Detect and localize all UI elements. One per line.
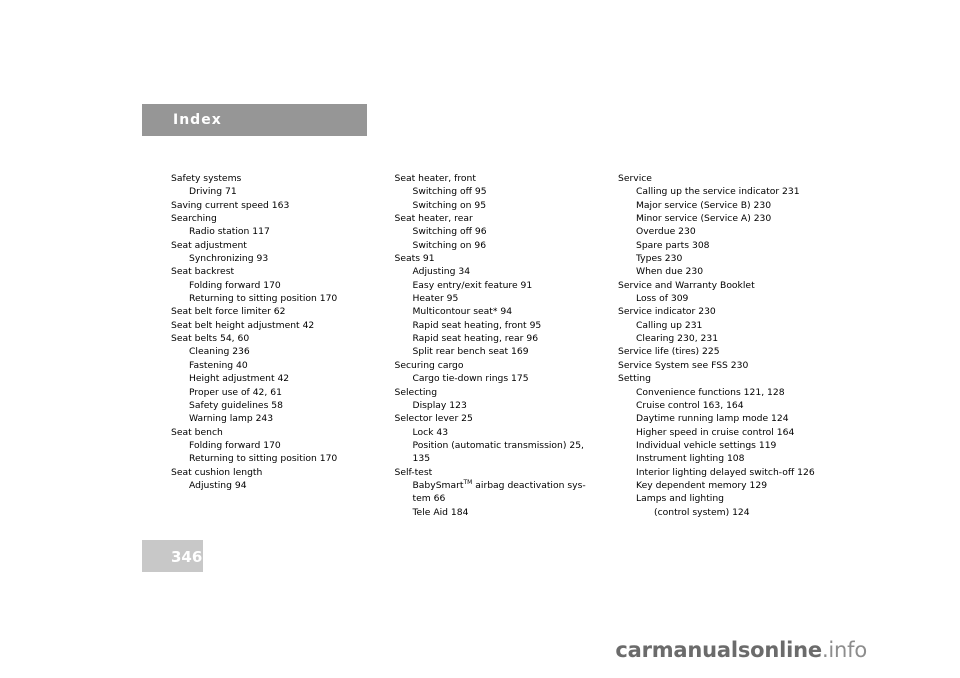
index-entry: Seat bench: [171, 426, 223, 438]
index-entry: Seat heater, front: [394, 173, 476, 184]
index-entry: Key dependent memory 129: [636, 479, 768, 491]
index-entry: Synchronizing 93: [189, 253, 269, 265]
index-entry: Returning to sitting position 170: [189, 453, 338, 465]
index-entry: Loss of 309: [636, 293, 689, 305]
site-watermark: carmanualsonline.info: [615, 638, 867, 662]
index-banner-label: Index: [173, 112, 222, 128]
index-banner: Index: [142, 104, 367, 136]
index-entry: Cargo tie-down rings 175: [412, 373, 529, 385]
index-entry: (control system) 124: [654, 506, 750, 518]
index-entry: Switching on 96: [412, 239, 487, 251]
index-entry: Setting: [618, 373, 651, 385]
index-entry: Heater 95: [412, 293, 459, 305]
index-column-2: Seat heater, front Switching off 95 Switch…: [395, 172, 588, 519]
index-entry: Folding forward 170: [189, 439, 281, 451]
index-entry: Individual vehicle settings 119: [636, 439, 777, 451]
index-entry: Higher speed in cruise control 164: [636, 426, 795, 438]
index-entry: Switching on 95: [412, 199, 487, 211]
index-entry: Rapid seat heating, rear 96: [412, 333, 539, 345]
index-entry: Selecting: [394, 386, 438, 398]
document-page: Index Safety systems Driving 71 Saving cur…: [0, 0, 960, 678]
index-entry: Securing cargo: [394, 359, 464, 371]
index-entry: Saving current speed 163: [171, 199, 290, 211]
index-entry: Proper use of 42, 61: [189, 386, 282, 398]
index-entry: Split rear bench seat 169: [412, 346, 529, 358]
index-entry: Cruise control 163, 164: [636, 399, 744, 411]
index-entry: Display 123: [412, 399, 467, 411]
index-entry: Lamps and lighting: [636, 493, 725, 505]
index-entry: Seats 91: [394, 253, 435, 265]
index-entry: Interior lighting delayed switch-off 126: [636, 466, 815, 478]
index-entry: Driving 71: [189, 186, 237, 198]
index-entry: Service life (tires) 225: [618, 346, 720, 358]
index-entry: Switching off 96: [412, 226, 487, 238]
index-entry: Multicontour seat* 94: [412, 306, 513, 318]
index-entry: Returning to sitting position 170: [189, 293, 338, 305]
index-entry: Warning lamp 243: [189, 413, 274, 425]
index-entry: Seat belt height adjustment 42: [171, 319, 315, 331]
index-entry: Service and Warranty Booklet: [618, 279, 755, 291]
index-entry: Searching: [171, 213, 217, 225]
index-entry: Calling up the service indicator 231: [636, 186, 800, 198]
index-entry: Height adjustment 42: [189, 373, 290, 385]
index-entry: Radio station 117: [189, 226, 270, 238]
index-entry: Clearing 230, 231: [636, 333, 719, 345]
index-entry: Cleaning 236: [189, 346, 250, 358]
index-entry: When due 230: [636, 266, 704, 278]
index-entry: Self-test: [394, 466, 433, 478]
index-entry: Adjusting 34: [412, 266, 471, 278]
index-entry: Lock 43: [412, 426, 449, 438]
index-entry: Seat backrest: [171, 266, 235, 278]
index-entry: Seat adjustment: [171, 239, 247, 251]
index-entry: Position (automatic transmission) 25, 13…: [412, 439, 584, 465]
index-entry: Convenience functions 121, 128: [636, 386, 785, 398]
index-entry: Calling up 231: [636, 319, 703, 331]
index-entry: Seat belt force limiter 62: [171, 306, 286, 318]
index-entry: Fastening 40: [189, 359, 248, 371]
index-entry: Types 230: [636, 253, 683, 265]
index-entry: Seat cushion length: [171, 466, 263, 478]
page-number-box: 346: [142, 540, 203, 572]
index-entry: Safety systems: [171, 173, 242, 184]
index-entry: Tele Aid 184: [412, 506, 469, 518]
page-number: 346: [171, 548, 203, 566]
index-column-1: Safety systems Driving 71 Saving current s…: [171, 172, 364, 519]
index-entry: Adjusting 94: [189, 479, 247, 491]
index-entry: Folding forward 170: [189, 279, 281, 291]
index-entry: Instrument lighting 108: [636, 453, 745, 465]
index-column-3: Service Calling up the service indicator …: [618, 172, 815, 519]
index-entry: Safety guidelines 58: [189, 399, 283, 411]
index-entry: Seat belts 54, 60: [171, 333, 250, 345]
index-entry: Spare parts 308: [636, 239, 710, 251]
index-entry: Seat heater, rear: [394, 213, 473, 225]
index-columns: Safety systems Driving 71 Saving current s…: [171, 172, 815, 519]
index-entry: Major service (Service B) 230: [636, 199, 772, 211]
index-entry: Switching off 95: [412, 186, 487, 198]
index-entry: Rapid seat heating, front 95: [412, 319, 542, 331]
index-entry: BabySmartTM airbag deactivation sys-tem …: [412, 478, 586, 505]
index-entry: Easy entry/exit feature 91: [412, 279, 533, 291]
index-entry: Daytime running lamp mode 124: [636, 413, 789, 425]
index-entry: Overdue 230: [636, 226, 696, 238]
index-entry: Service: [618, 173, 652, 184]
index-entry: Minor service (Service A) 230: [636, 213, 772, 225]
index-entry: Selector lever 25: [394, 413, 473, 425]
index-entry: Service indicator 230: [618, 306, 716, 318]
index-entry: Service System see FSS 230: [618, 359, 749, 371]
